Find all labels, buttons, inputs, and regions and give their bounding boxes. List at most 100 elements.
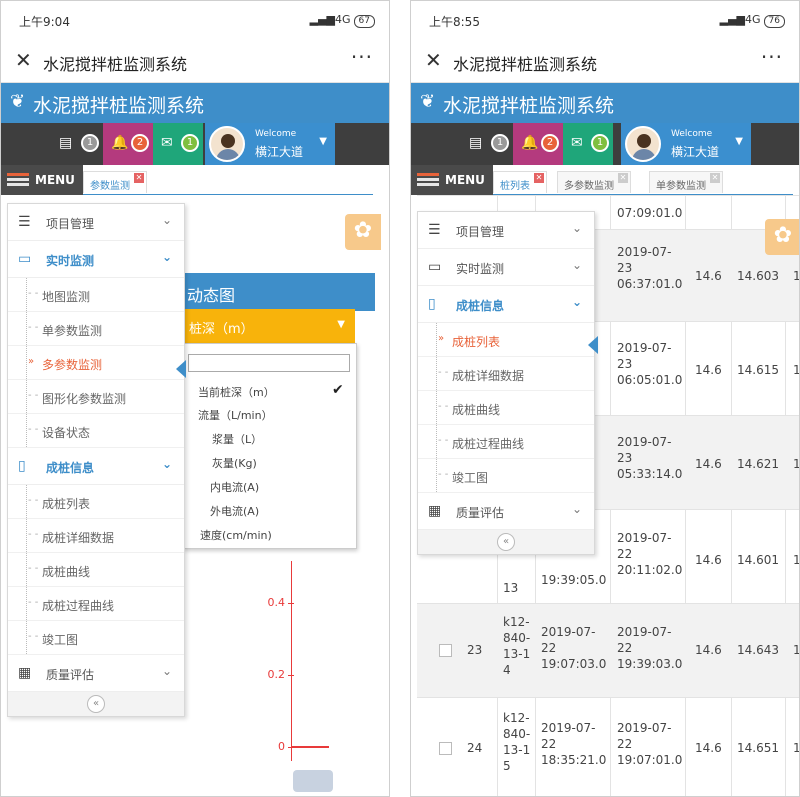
check-icon: ✔ bbox=[332, 382, 344, 398]
y-tick-mark bbox=[288, 603, 294, 604]
tab-multi-param[interactable]: 多参数监测 ✕ bbox=[557, 171, 631, 193]
sidebar-group-label: 项目管理 bbox=[46, 217, 95, 231]
parameter-select[interactable]: 桩深（m） ▼ bbox=[183, 309, 355, 343]
dropdown-search-input[interactable] bbox=[188, 354, 350, 372]
sidebar-item-pile-curve[interactable]: - - 成桩曲线 bbox=[8, 553, 184, 587]
tasks-button[interactable]: ▤ 1 bbox=[57, 123, 103, 165]
close-icon[interactable]: ✕ bbox=[425, 48, 442, 72]
gear-icon[interactable]: ✿ bbox=[765, 219, 799, 255]
window-title: 水泥搅拌桩监测系统 bbox=[43, 55, 188, 74]
option-cement[interactable]: 灰量(Kg) bbox=[212, 455, 257, 471]
sidebar-item-process-curve[interactable]: - - 成桩过程曲线 bbox=[8, 587, 184, 621]
sidebar-group-pile-info[interactable]: ▯ 成桩信息 ⌄ bbox=[418, 286, 594, 323]
sidebar-item-pile-list[interactable]: - - 成桩列表 bbox=[8, 485, 184, 519]
table-row[interactable]: 23 k12-840-13-14 2019-07-22 19:07:03.0 2… bbox=[417, 603, 799, 697]
collapse-icon[interactable]: « bbox=[497, 533, 515, 551]
sidebar-menu: ☰ 项目管理 ⌄ ▭ 实时监测 ⌄ ▯ 成桩信息 ⌄ » 成桩列表 - - 成桩详细… bbox=[417, 211, 595, 555]
sidebar-item-pile-detail[interactable]: - - 成桩详细数据 bbox=[418, 357, 594, 391]
row-checkbox[interactable] bbox=[439, 742, 452, 755]
close-icon[interactable]: ✕ bbox=[15, 48, 32, 72]
sidebar-group-quality[interactable]: ▦ 质量评估 ⌄ bbox=[418, 493, 594, 530]
sidebar-item-pile-detail[interactable]: - - 成桩详细数据 bbox=[8, 519, 184, 553]
tab-bar: 桩列表 ✕ 多参数监测 ✕ 单参数监测 ✕ bbox=[493, 165, 793, 195]
tab-close-icon[interactable]: ✕ bbox=[534, 173, 544, 183]
user-menu[interactable]: Welcome 横江大道 ▼ bbox=[205, 123, 335, 165]
keyboard-icon: ▦ bbox=[428, 503, 442, 519]
sidebar-group-pile-info[interactable]: ▯ 成桩信息 ⌄ bbox=[8, 448, 184, 485]
chevron-down-icon: ⌄ bbox=[161, 457, 172, 471]
sidebar-item-single-param[interactable]: - - 单参数监测 bbox=[8, 312, 184, 346]
chart-y-axis bbox=[291, 561, 292, 761]
y-tick-label: 0.2 bbox=[267, 668, 286, 681]
sidebar-item-process-curve[interactable]: - - 成桩过程曲线 bbox=[418, 425, 594, 459]
status-time: 上午9:04 bbox=[19, 15, 70, 29]
app-title: 水泥搅拌桩监测系统 bbox=[443, 95, 615, 117]
sidebar-item-pile-curve[interactable]: - - 成桩曲线 bbox=[418, 391, 594, 425]
notifications-button[interactable]: 🔔 2 bbox=[103, 123, 153, 165]
top-toolbar: ▤ 1 🔔 2 ✉ 1 Welcome 横江大道 ▼ bbox=[1, 123, 389, 165]
more-icon[interactable]: ··· bbox=[761, 45, 783, 69]
sidebar-group-realtime[interactable]: ▭ 实时监测 ⌄ bbox=[8, 241, 184, 278]
cell-end: 2019-07-22 19:39:03.0 bbox=[617, 625, 683, 671]
messages-badge: 1 bbox=[591, 134, 609, 152]
option-slurry[interactable]: 浆量（L） bbox=[212, 431, 262, 447]
tab-close-icon[interactable]: ✕ bbox=[618, 173, 628, 183]
y-tick-mark bbox=[288, 675, 294, 676]
option-speed[interactable]: 速度(cm/min) bbox=[200, 527, 272, 543]
sidebar-item-map[interactable]: - - 地图监测 bbox=[8, 278, 184, 312]
cell-pile-name: k12-840-13-15 bbox=[503, 711, 531, 773]
welcome-text: Welcome bbox=[671, 129, 713, 139]
more-icon[interactable]: ··· bbox=[351, 45, 373, 69]
depth-chart: 0.4 0.2 0 bbox=[261, 561, 371, 792]
sidebar-item-as-built[interactable]: - - 竣工图 bbox=[8, 621, 184, 655]
sidebar-item-multi-param[interactable]: » 多参数监测 bbox=[8, 346, 184, 380]
panel-header: 动态图 bbox=[183, 273, 375, 311]
user-menu[interactable]: Welcome 横江大道 ▼ bbox=[621, 123, 751, 165]
tasks-button[interactable]: ▤ 1 bbox=[467, 123, 513, 165]
gear-icon[interactable]: ✿ bbox=[345, 214, 381, 250]
window-titlebar: ✕ 水泥搅拌桩监测系统 ··· bbox=[1, 39, 389, 83]
option-current-depth[interactable]: 当前桩深（m） bbox=[198, 384, 275, 400]
sidebar-item-pile-list[interactable]: » 成桩列表 bbox=[418, 323, 594, 357]
chart-baseline bbox=[291, 746, 329, 748]
row-checkbox[interactable] bbox=[439, 644, 452, 657]
sidebar-group-project[interactable]: ☰ 项目管理 ⌄ bbox=[8, 204, 184, 241]
collapse-icon[interactable]: « bbox=[87, 695, 105, 713]
sidebar-item-label: 竣工图 bbox=[42, 633, 79, 647]
tab-label: 桩列表 bbox=[500, 181, 530, 192]
chevron-down-icon: ⌄ bbox=[571, 502, 582, 516]
tab-single-param[interactable]: 单参数监测 ✕ bbox=[649, 171, 723, 193]
tab-pile-list[interactable]: 桩列表 ✕ bbox=[493, 171, 547, 193]
option-outer-current[interactable]: 外电流(A) bbox=[210, 503, 259, 519]
cell-more: 1 bbox=[793, 269, 800, 283]
menu-button[interactable]: MENU bbox=[1, 165, 83, 195]
sidebar-item-device-status[interactable]: - - 设备状态 bbox=[8, 414, 184, 448]
cell-actual-depth: 14.601 bbox=[737, 553, 779, 567]
messages-button[interactable]: ✉ 1 bbox=[563, 123, 613, 165]
sidebar-group-quality[interactable]: ▦ 质量评估 ⌄ bbox=[8, 655, 184, 692]
sidebar-item-graphic-param[interactable]: - - 图形化参数监测 bbox=[8, 380, 184, 414]
table-row[interactable]: 24 k12-840-13-15 2019-07-22 18:35:21.0 2… bbox=[417, 697, 799, 796]
app-header: ❦ 水泥搅拌桩监测系统 bbox=[411, 83, 799, 123]
tab-close-icon[interactable]: ✕ bbox=[134, 173, 144, 183]
sidebar-item-label: 图形化参数监测 bbox=[42, 392, 127, 406]
sidebar-item-label: 成桩曲线 bbox=[452, 403, 501, 417]
sidebar-group-project[interactable]: ☰ 项目管理 ⌄ bbox=[418, 212, 594, 249]
sidebar-item-label: 成桩过程曲线 bbox=[452, 437, 525, 451]
menu-button[interactable]: MENU bbox=[411, 165, 493, 195]
chevron-down-icon: ⌄ bbox=[161, 213, 172, 227]
document-icon: ▯ bbox=[18, 458, 26, 474]
sidebar-group-label: 实时监测 bbox=[456, 262, 505, 276]
option-flow[interactable]: 流量（L/min） bbox=[198, 407, 273, 423]
keyboard-icon: ▦ bbox=[18, 665, 32, 681]
tab-param-monitor[interactable]: 参数监测 ✕ bbox=[83, 171, 147, 193]
sidebar-collapse: « bbox=[418, 530, 594, 554]
monitor-icon: ▭ bbox=[18, 251, 32, 267]
option-inner-current[interactable]: 内电流(A) bbox=[210, 479, 259, 495]
sidebar-group-realtime[interactable]: ▭ 实时监测 ⌄ bbox=[418, 249, 594, 286]
tab-close-icon[interactable]: ✕ bbox=[710, 173, 720, 183]
cell-end: 2019-07-23 05:33:14.0 bbox=[617, 435, 683, 481]
messages-button[interactable]: ✉ 1 bbox=[153, 123, 203, 165]
sidebar-item-as-built[interactable]: - - 竣工图 bbox=[418, 459, 594, 493]
notifications-button[interactable]: 🔔 2 bbox=[513, 123, 563, 165]
